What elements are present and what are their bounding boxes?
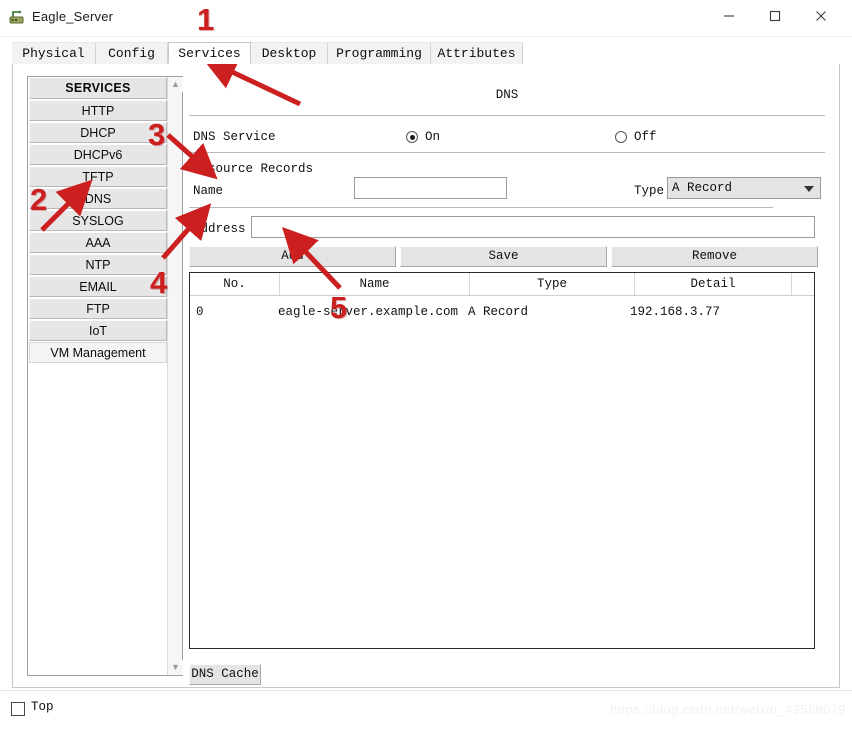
maximize-icon[interactable] (752, 0, 798, 32)
tab-services[interactable]: Services (168, 42, 251, 64)
watermark: https://blog.csdn.net/weixin_43588079 (610, 702, 846, 717)
sidebar-item-iot[interactable]: IoT (29, 320, 167, 341)
column-header-type[interactable]: Type (470, 273, 635, 295)
dns-service-off-radio[interactable] (615, 131, 627, 143)
add-button[interactable]: Add (189, 246, 396, 267)
name-label: Name (193, 184, 224, 198)
sidebar-item-dhcpv6[interactable]: DHCPv6 (29, 144, 167, 165)
sidebar-item-dhcp[interactable]: DHCP (29, 122, 167, 143)
address-input[interactable] (251, 216, 815, 238)
type-dropdown[interactable]: A Record (667, 177, 821, 199)
save-button[interactable]: Save (400, 246, 607, 267)
dns-service-on-radio[interactable] (406, 131, 418, 143)
dns-service-on-label: On (425, 130, 441, 144)
divider-top (189, 115, 825, 116)
address-label: Address (193, 222, 246, 236)
cell-detail: 192.168.3.77 (630, 305, 721, 319)
router-icon (9, 9, 25, 25)
sidebar-scrollbar[interactable]: ▲ ▼ (167, 77, 183, 675)
content-frame: SERVICES HTTP DHCP DHCPv6 TFTP DNS SYSLO… (12, 64, 840, 688)
sidebar-item-email[interactable]: EMAIL (29, 276, 167, 297)
chevron-down-icon (804, 186, 814, 192)
cell-no: 0 (196, 305, 204, 319)
column-header-name[interactable]: Name (280, 273, 470, 295)
tabstrip: Physical Config Services Desktop Program… (12, 42, 840, 65)
window-titlebar: Eagle_Server (0, 0, 852, 37)
name-input[interactable] (354, 177, 507, 199)
annotation-number-1: 1 (197, 2, 215, 37)
resource-records-label: Resource Records (193, 162, 314, 176)
sidebar-item-http[interactable]: HTTP (29, 100, 167, 121)
type-label: Type (634, 184, 665, 198)
annotation-number-2: 2 (30, 182, 48, 217)
dns-panel: DNS DNS Service On Off Resource Records … (189, 76, 825, 685)
annotation-number-3: 3 (148, 117, 166, 152)
sidebar-item-dns[interactable]: DNS (29, 188, 167, 209)
cell-type: A Record (468, 305, 529, 319)
chevron-down-icon[interactable]: ▼ (168, 660, 183, 675)
page-title: DNS (495, 88, 519, 102)
sidebar-item-tftp[interactable]: TFTP (29, 166, 167, 187)
remove-button[interactable]: Remove (611, 246, 818, 267)
window-title: Eagle_Server (32, 9, 114, 24)
chevron-up-icon[interactable]: ▲ (168, 77, 183, 92)
annotation-number-4: 4 (150, 265, 168, 300)
top-label: Top (31, 700, 54, 714)
column-header-spacer (792, 273, 814, 295)
column-header-detail[interactable]: Detail (635, 273, 792, 295)
services-list-header: SERVICES (29, 77, 167, 99)
records-table: No. Name Type Detail 0 eagle-server.exam… (189, 272, 815, 649)
close-icon[interactable] (798, 0, 844, 32)
sidebar-item-aaa[interactable]: AAA (29, 232, 167, 253)
tab-desktop[interactable]: Desktop (251, 42, 328, 64)
records-table-header: No. Name Type Detail (190, 273, 814, 296)
sidebar-item-ntp[interactable]: NTP (29, 254, 167, 275)
dns-cache-button[interactable]: DNS Cache (189, 664, 261, 685)
divider-name (189, 207, 773, 208)
sidebar-item-vm-management[interactable]: VM Management (29, 342, 167, 363)
sidebar-item-ftp[interactable]: FTP (29, 298, 167, 319)
tab-attributes[interactable]: Attributes (431, 42, 523, 64)
tab-config[interactable]: Config (96, 42, 168, 64)
annotation-number-5: 5 (330, 290, 348, 325)
tab-physical[interactable]: Physical (12, 42, 96, 64)
type-dropdown-value: A Record (672, 181, 733, 195)
application-window: Eagle_Server Physical Config Services De… (0, 0, 852, 729)
cell-name: eagle-server.example.com (278, 305, 459, 319)
services-sidebar: SERVICES HTTP DHCP DHCPv6 TFTP DNS SYSLO… (27, 76, 183, 676)
services-list: SERVICES HTTP DHCP DHCPv6 TFTP DNS SYSLO… (28, 77, 168, 675)
minimize-icon[interactable] (706, 0, 752, 32)
dns-service-label: DNS Service (193, 130, 276, 144)
sidebar-item-syslog[interactable]: SYSLOG (29, 210, 167, 231)
divider-service (189, 152, 825, 153)
dns-service-off-label: Off (634, 130, 657, 144)
column-header-no[interactable]: No. (190, 273, 280, 295)
top-checkbox[interactable] (11, 702, 25, 716)
tab-programming[interactable]: Programming (328, 42, 431, 64)
